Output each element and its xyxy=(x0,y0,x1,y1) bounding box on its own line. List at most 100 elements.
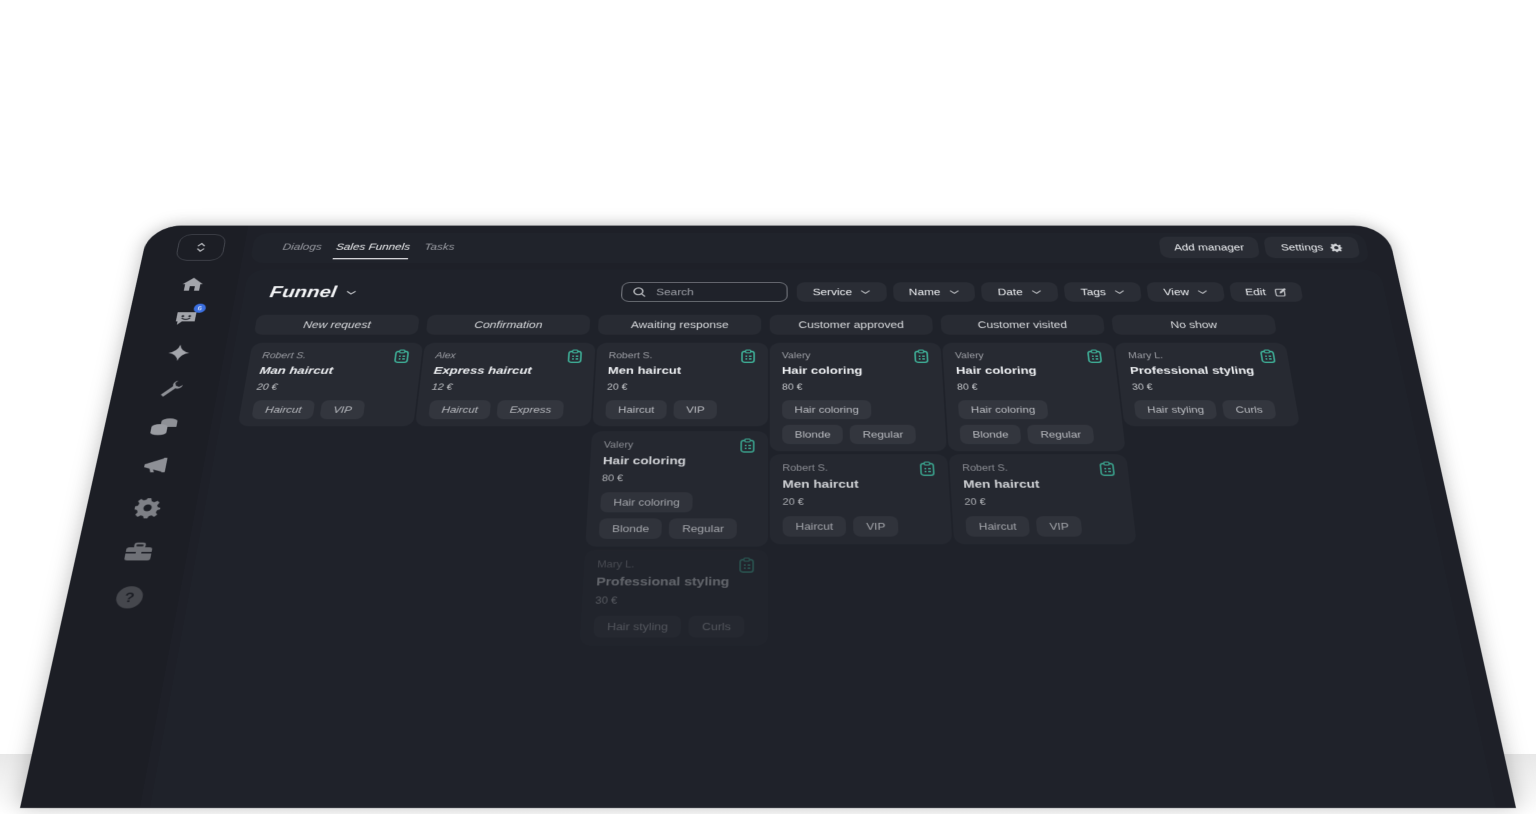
chevron-down-icon xyxy=(1031,289,1042,294)
filter-view-label: View xyxy=(1162,286,1190,298)
clipboard-icon[interactable] xyxy=(1098,461,1116,476)
tab-dialogs[interactable]: Dialogs xyxy=(282,242,323,252)
home-icon xyxy=(181,277,205,291)
tag-chip[interactable]: VIP xyxy=(319,400,366,420)
deal-card[interactable]: Robert S. Man haircut 20 € Haircut VIP xyxy=(237,342,424,427)
sidebar-item-marketing[interactable] xyxy=(138,453,174,478)
service-price: 20 € xyxy=(964,496,987,508)
tag-chip[interactable]: Regular xyxy=(669,518,737,539)
clipboard-icon[interactable] xyxy=(1259,349,1277,363)
deal-card[interactable]: Valery Hair coloring 80 € Hair coloring Blon… xyxy=(769,342,947,452)
funnel-selector[interactable]: Funnel xyxy=(268,284,358,302)
tag-list: Hair coloring Blonde Regular xyxy=(598,492,756,539)
clipboard-icon[interactable] xyxy=(393,349,410,363)
deal-card[interactable]: Valery Hair coloring 80 € Hair coloring Blon… xyxy=(585,431,768,547)
sidebar-item-tools[interactable] xyxy=(154,377,189,401)
clipboard-icon[interactable] xyxy=(740,349,756,363)
service-price: 20 € xyxy=(782,496,804,508)
filter-tags[interactable]: Tags xyxy=(1063,282,1142,302)
tag-chip[interactable]: VIP xyxy=(1035,516,1083,537)
deal-card[interactable]: Robert S. Men haircut 20 € Haircut VIP xyxy=(592,342,768,427)
filter-date-label: Date xyxy=(997,286,1024,298)
chevron-down-icon xyxy=(949,289,960,294)
filter-name[interactable]: Name xyxy=(892,282,976,302)
chevron-down-icon xyxy=(861,289,871,294)
filter-view[interactable]: View xyxy=(1146,282,1226,302)
tag-chip[interactable]: Regular xyxy=(849,424,917,445)
tag-chip[interactable]: Curls xyxy=(1221,400,1277,420)
tag-chip[interactable]: Blonde xyxy=(598,518,663,539)
client-name: Robert S. xyxy=(608,350,653,361)
tag-list: Haircut VIP xyxy=(251,400,404,420)
column-header[interactable]: Awaiting response xyxy=(597,314,762,335)
tag-chip[interactable]: Haircut xyxy=(251,400,316,420)
filter-service-label: Service xyxy=(812,286,853,298)
add-manager-button[interactable]: Add manager xyxy=(1158,236,1261,259)
service-price: 20 € xyxy=(256,382,279,392)
tag-chip[interactable]: Curls xyxy=(688,615,745,638)
sidebar-item-help[interactable]: ? xyxy=(111,584,148,611)
client-name: Robert S. xyxy=(961,462,1009,474)
column-header[interactable]: New request xyxy=(253,314,420,335)
deal-card[interactable]: Valery Hair coloring 80 € Hair coloring Blon… xyxy=(942,342,1126,452)
wrench-icon xyxy=(160,380,184,397)
column-header[interactable]: No show xyxy=(1111,314,1277,335)
deal-card[interactable]: Robert S. Men haircut 20 € Haircut VIP xyxy=(769,454,953,545)
tag-chip[interactable]: Hair coloring xyxy=(957,400,1049,420)
tag-chip[interactable]: Hair styling xyxy=(1133,400,1218,420)
tab-sales-funnels[interactable]: Sales Funnels xyxy=(335,242,410,252)
tag-chip[interactable]: Hair coloring xyxy=(600,492,693,513)
service-name: Express haircut xyxy=(433,365,533,377)
edit-button[interactable]: Edit xyxy=(1228,282,1304,302)
tag-chip[interactable]: Regular xyxy=(1027,424,1095,445)
column-header[interactable]: Confirmation xyxy=(425,314,591,335)
deal-card[interactable]: Mary L. Professional styling 30 € Hair styl… xyxy=(1114,342,1301,427)
tab-tasks[interactable]: Tasks xyxy=(424,242,455,252)
coins-icon xyxy=(149,418,179,436)
search-input[interactable] xyxy=(654,286,777,298)
tag-chip[interactable]: Blonde xyxy=(782,424,844,445)
tag-chip[interactable]: Haircut xyxy=(605,400,668,420)
edit-icon xyxy=(1273,287,1287,297)
tag-chip[interactable]: Hair styling xyxy=(593,615,682,638)
sidebar-item-finance[interactable] xyxy=(146,414,181,438)
edit-label: Edit xyxy=(1244,286,1267,298)
tag-chip[interactable]: VIP xyxy=(673,400,718,420)
filter-date[interactable]: Date xyxy=(980,282,1059,302)
clipboard-icon[interactable] xyxy=(1086,349,1103,363)
tag-chip[interactable]: Haircut xyxy=(782,516,847,537)
clipboard-icon[interactable] xyxy=(738,557,755,573)
tag-chip[interactable]: Express xyxy=(496,400,565,420)
top-navigation: Dialogs Sales Funnels Tasks Add manager … xyxy=(249,232,1371,264)
sidebar-item-dialogs[interactable]: 6 xyxy=(169,303,207,329)
deal-card[interactable]: Alex Express haircut 12 € Haircut Express xyxy=(415,342,596,427)
funnel-title: Funnel xyxy=(268,283,338,302)
clipboard-icon[interactable] xyxy=(739,438,755,452)
collapse-sidebar-button[interactable] xyxy=(174,234,227,261)
tag-chip[interactable]: VIP xyxy=(853,516,899,537)
sidebar-item-business[interactable] xyxy=(120,539,157,565)
tag-chip[interactable]: Haircut xyxy=(965,516,1031,537)
column-header[interactable]: Customer approved xyxy=(769,314,934,335)
deal-card[interactable]: Mary L. Professional styling 30 € Hair styl… xyxy=(579,549,768,646)
service-name: Hair coloring xyxy=(955,365,1038,377)
search-field[interactable] xyxy=(620,282,788,302)
clipboard-icon[interactable] xyxy=(919,461,936,476)
sidebar-item-ai[interactable] xyxy=(162,341,196,364)
sidebar-item-home[interactable] xyxy=(176,273,209,295)
chevrons-up-down-icon xyxy=(195,242,207,252)
tag-chip[interactable]: Haircut xyxy=(428,400,492,420)
deal-card[interactable]: Robert S. Men haircut 20 € Haircut VIP xyxy=(948,454,1137,545)
clipboard-icon[interactable] xyxy=(913,349,929,363)
service-name: Men haircut xyxy=(607,365,682,377)
client-name: Valery xyxy=(781,350,811,361)
clipboard-icon[interactable] xyxy=(567,349,583,363)
tag-chip[interactable]: Hair coloring xyxy=(782,400,872,420)
column-header[interactable]: Customer visited xyxy=(940,314,1105,335)
service-price: 80 € xyxy=(956,382,978,392)
sidebar-item-settings[interactable] xyxy=(129,495,165,520)
settings-button[interactable]: Settings xyxy=(1263,236,1361,259)
client-name: Valery xyxy=(603,439,634,450)
filter-service[interactable]: Service xyxy=(796,282,887,302)
tag-chip[interactable]: Blonde xyxy=(959,424,1022,445)
